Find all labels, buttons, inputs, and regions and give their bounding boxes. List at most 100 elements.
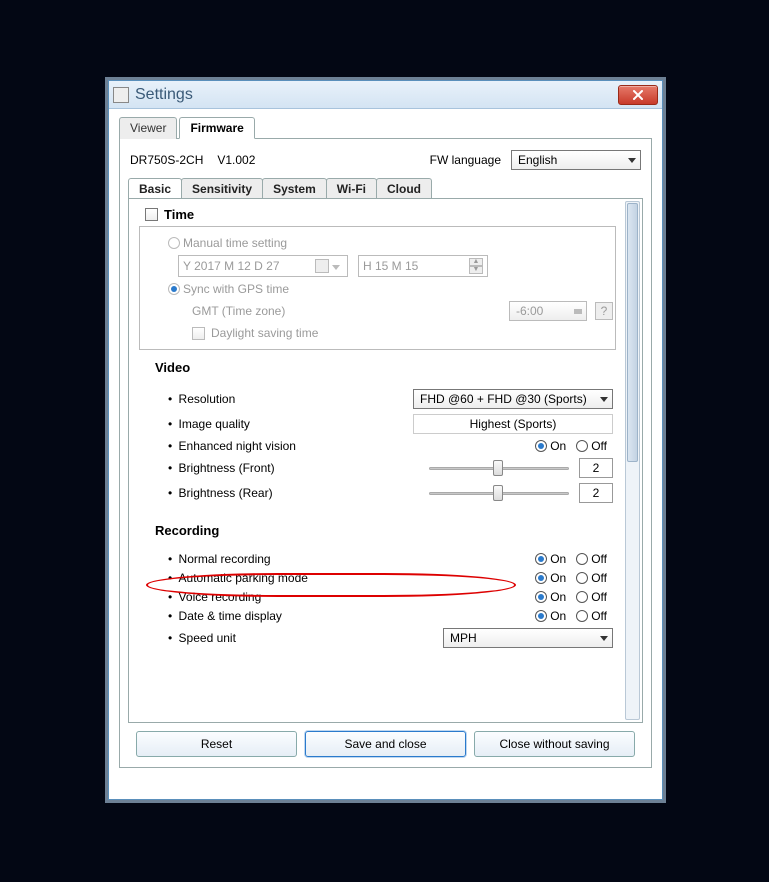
night-vision-radio-group: On Off — [535, 439, 613, 453]
chevron-down-icon — [600, 397, 608, 402]
night-vision-label: Enhanced night vision — [168, 439, 296, 453]
voice-recording-off-radio[interactable] — [576, 591, 588, 603]
parking-mode-on-radio[interactable] — [535, 572, 547, 584]
close-icon — [631, 89, 645, 101]
recording-header: Recording — [155, 523, 622, 538]
datetime-display-off-radio[interactable] — [576, 610, 588, 622]
brightness-rear-row: Brightness (Rear) 2 — [142, 483, 613, 503]
chevron-down-icon — [600, 636, 608, 641]
model-text: DR750S-2CH — [130, 153, 203, 167]
brightness-front-slider[interactable] — [429, 459, 569, 477]
voice-recording-row: Voice recording On Off — [142, 590, 613, 604]
datetime-display-radio-group: On Off — [535, 609, 613, 623]
version-text: V1.002 — [217, 153, 255, 167]
manual-time-row: Manual time setting — [142, 236, 613, 250]
chevron-down-icon — [628, 158, 636, 163]
titlebar: Settings — [109, 81, 662, 109]
parking-mode-row: Automatic parking mode On Off — [142, 571, 613, 585]
datetime-display-on-radio[interactable] — [535, 610, 547, 622]
time-section: Manual time setting Y 2017 M 12 D 27 H 1… — [139, 226, 616, 350]
normal-recording-row: Normal recording On Off — [142, 552, 613, 566]
video-section: Resolution FHD @60 + FHD @30 (Sports) Im… — [139, 379, 616, 513]
brightness-front-label: Brightness (Front) — [168, 461, 275, 475]
fw-info-row: DR750S-2CH V1.002 FW language English — [130, 150, 641, 170]
scrollbar[interactable] — [625, 201, 640, 720]
datetime-display-row: Date & time display On Off — [142, 609, 613, 623]
time-checkbox[interactable] — [145, 208, 158, 221]
time-field[interactable]: H 15 M 15 ▲ ▼ — [358, 255, 488, 277]
voice-recording-radio-group: On Off — [535, 590, 613, 604]
resolution-label: Resolution — [168, 392, 235, 406]
tab-sensitivity[interactable]: Sensitivity — [181, 178, 263, 199]
basic-panel: Time Manual time setting Y 2017 M 12 D 2… — [128, 198, 643, 723]
tab-system[interactable]: System — [262, 178, 327, 199]
video-header: Video — [155, 360, 622, 375]
firmware-panel: DR750S-2CH V1.002 FW language English Ba… — [119, 138, 652, 768]
close-without-saving-button[interactable]: Close without saving — [474, 731, 635, 757]
night-vision-off-radio[interactable] — [576, 440, 588, 452]
speed-unit-label: Speed unit — [168, 631, 236, 645]
scroll-thumb[interactable] — [627, 203, 638, 462]
settings-window: Settings Viewer Firmware DR750S-2CH V1.0… — [108, 80, 663, 800]
outer-tabs: Viewer Firmware — [119, 117, 652, 139]
gmt-label: GMT (Time zone) — [192, 304, 285, 318]
tab-viewer[interactable]: Viewer — [119, 117, 177, 139]
voice-recording-on-radio[interactable] — [535, 591, 547, 603]
manual-time-label: Manual time setting — [183, 236, 287, 250]
fw-language-dropdown[interactable]: English — [511, 150, 641, 170]
date-field[interactable]: Y 2017 M 12 D 27 — [178, 255, 348, 277]
chevron-down-icon — [574, 309, 582, 314]
close-button[interactable] — [618, 85, 658, 105]
speed-unit-dropdown[interactable]: MPH — [443, 628, 613, 648]
chevron-up-icon: ▲ — [469, 258, 483, 266]
voice-recording-label: Voice recording — [168, 590, 261, 604]
gmt-row: GMT (Time zone) -6:00 ? — [142, 301, 613, 321]
sync-gps-label: Sync with GPS time — [183, 282, 289, 296]
brightness-front-value: 2 — [579, 458, 613, 478]
parking-mode-label: Automatic parking mode — [168, 571, 308, 585]
gmt-dropdown[interactable]: -6:00 — [509, 301, 587, 321]
resolution-row: Resolution FHD @60 + FHD @30 (Sports) — [142, 389, 613, 409]
calendar-icon — [315, 259, 329, 273]
image-quality-label: Image quality — [168, 417, 250, 431]
normal-recording-off-radio[interactable] — [576, 553, 588, 565]
dst-label: Daylight saving time — [211, 326, 318, 340]
sync-gps-radio[interactable] — [168, 283, 180, 295]
night-vision-on-radio[interactable] — [535, 440, 547, 452]
brightness-rear-value: 2 — [579, 483, 613, 503]
parking-mode-radio-group: On Off — [535, 571, 613, 585]
fw-language-label: FW language — [430, 153, 501, 167]
normal-recording-on-radio[interactable] — [535, 553, 547, 565]
image-quality-row: Image quality Highest (Sports) — [142, 414, 613, 434]
app-icon — [113, 87, 129, 103]
speed-unit-row: Speed unit MPH — [142, 628, 613, 648]
footer: Reset Save and close Close without savin… — [128, 723, 643, 767]
dst-checkbox[interactable] — [192, 327, 205, 340]
tab-wifi[interactable]: Wi-Fi — [326, 178, 377, 199]
brightness-front-row: Brightness (Front) 2 — [142, 458, 613, 478]
normal-recording-radio-group: On Off — [535, 552, 613, 566]
datetime-row: Y 2017 M 12 D 27 H 15 M 15 ▲ ▼ — [142, 255, 613, 277]
chevron-down-icon: ▼ — [469, 266, 483, 274]
night-vision-row: Enhanced night vision On Off — [142, 439, 613, 453]
gmt-help-button[interactable]: ? — [595, 302, 613, 320]
manual-time-radio[interactable] — [168, 237, 180, 249]
tab-basic[interactable]: Basic — [128, 178, 182, 199]
dst-row: Daylight saving time — [142, 326, 613, 340]
time-spinner[interactable]: ▲ ▼ — [469, 258, 483, 274]
brightness-rear-label: Brightness (Rear) — [168, 486, 273, 500]
tab-firmware[interactable]: Firmware — [179, 117, 254, 139]
resolution-dropdown[interactable]: FHD @60 + FHD @30 (Sports) — [413, 389, 613, 409]
tab-cloud[interactable]: Cloud — [376, 178, 432, 199]
reset-button[interactable]: Reset — [136, 731, 297, 757]
parking-mode-off-radio[interactable] — [576, 572, 588, 584]
content: Time Manual time setting Y 2017 M 12 D 2… — [133, 203, 622, 718]
body: Viewer Firmware DR750S-2CH V1.002 FW lan… — [109, 109, 662, 776]
save-close-button[interactable]: Save and close — [305, 731, 466, 757]
sync-gps-row: Sync with GPS time — [142, 282, 613, 296]
brightness-rear-slider[interactable] — [429, 484, 569, 502]
image-quality-value: Highest (Sports) — [413, 414, 613, 434]
inner-tabs: Basic Sensitivity System Wi-Fi Cloud — [128, 178, 643, 199]
window-title: Settings — [135, 86, 618, 104]
normal-recording-label: Normal recording — [168, 552, 271, 566]
